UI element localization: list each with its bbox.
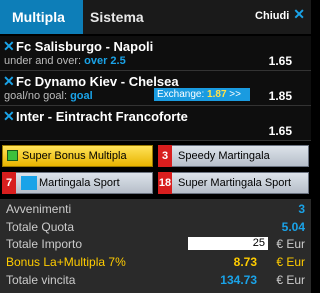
tab-multipla[interactable]: Multipla: [0, 0, 83, 34]
summary-quota: Totale Quota 5.04: [6, 220, 305, 235]
bonus-currency: € Eur: [276, 255, 305, 269]
stake-input[interactable]: 25: [188, 237, 268, 250]
exchange-label: Exchange:: [157, 89, 205, 100]
bet-slip-tabs: Multipla Sistema Chiudi ✕: [0, 0, 311, 34]
tab-sistema[interactable]: Sistema: [90, 9, 144, 25]
exchange-button[interactable]: Exchange: 1.87 >>: [154, 88, 250, 101]
quota-value: 5.04: [281, 220, 305, 234]
bonus-label: Bonus La+Multipla 7%: [6, 255, 126, 269]
summary-importo: Totale Importo 25 € Eur: [6, 237, 305, 252]
selection-match: Inter - Eintracht Francoforte: [16, 109, 188, 124]
selection-odds: 1.85: [268, 89, 292, 103]
remove-selection-icon[interactable]: ✕: [3, 73, 15, 90]
selection-odds: 1.65: [268, 124, 292, 138]
selection-market: under and over: over 2.5: [4, 55, 126, 67]
martingala-sport-label: Martingala Sport: [39, 177, 120, 189]
remove-selection-icon[interactable]: ✕: [3, 38, 15, 55]
summary-avvenimenti: Avvenimenti 3: [6, 202, 305, 217]
importo-currency: € Eur: [276, 237, 305, 251]
selection-match: Fc Salisburgo - Napoli: [16, 39, 154, 54]
checkbox-icon: [7, 150, 18, 161]
vincita-value: 134.73: [220, 273, 257, 287]
selection-row: ✕ Inter - Eintracht Francoforte 1.65: [0, 106, 311, 141]
martingala-sport-button[interactable]: 7 Martingala Sport: [2, 172, 153, 194]
vincita-label: Totale vincita: [6, 273, 76, 287]
selection-market: goal/no goal: goal: [4, 90, 93, 102]
vincita-currency: € Eur: [276, 273, 305, 287]
tab-multipla-label: Multipla: [12, 9, 65, 25]
exchange-arrow: >>: [229, 89, 241, 100]
avvenimenti-value: 3: [298, 202, 305, 216]
summary-vincita: Totale vincita 134.73 € Eur: [6, 273, 305, 288]
super-martingala-badge: 18: [158, 172, 172, 194]
speedy-label: Speedy Martingala: [178, 150, 270, 162]
super-martingala-label: Super Martingala Sport: [178, 177, 292, 189]
super-bonus-multipla-button[interactable]: Super Bonus Multipla: [2, 145, 153, 167]
martingala-sport-bar: [21, 176, 37, 190]
close-icon: ✕: [293, 6, 305, 22]
close-label: Chiudi: [255, 10, 290, 22]
avvenimenti-label: Avvenimenti: [6, 202, 72, 216]
super-bonus-label: Super Bonus Multipla: [22, 150, 127, 162]
summary-bonus: Bonus La+Multipla 7% 8.73 € Eur: [6, 255, 305, 270]
close-button[interactable]: Chiudi ✕: [255, 6, 305, 22]
quota-label: Totale Quota: [6, 220, 75, 234]
importo-label: Totale Importo: [6, 237, 83, 251]
super-martingala-sport-button[interactable]: 18 Super Martingala Sport: [158, 172, 309, 194]
speedy-martingala-button[interactable]: 3 Speedy Martingala: [158, 145, 309, 167]
selection-odds: 1.65: [268, 54, 292, 68]
bonus-value: 8.73: [233, 255, 257, 269]
speedy-badge: 3: [158, 145, 172, 167]
selection-outcome: goal: [70, 90, 93, 102]
selection-match: Fc Dynamo Kiev - Chelsea: [16, 74, 179, 89]
selection-outcome: over 2.5: [84, 55, 126, 67]
selection-row: ✕ Fc Dynamo Kiev - Chelsea goal/no goal:…: [0, 71, 311, 106]
martingala-sport-badge: 7: [2, 172, 16, 194]
selection-row: ✕ Fc Salisburgo - Napoli under and over:…: [0, 36, 311, 71]
remove-selection-icon[interactable]: ✕: [3, 108, 15, 125]
exchange-value: 1.87: [207, 89, 227, 100]
bet-summary: Avvenimenti 3 Totale Quota 5.04 Totale I…: [0, 199, 311, 293]
